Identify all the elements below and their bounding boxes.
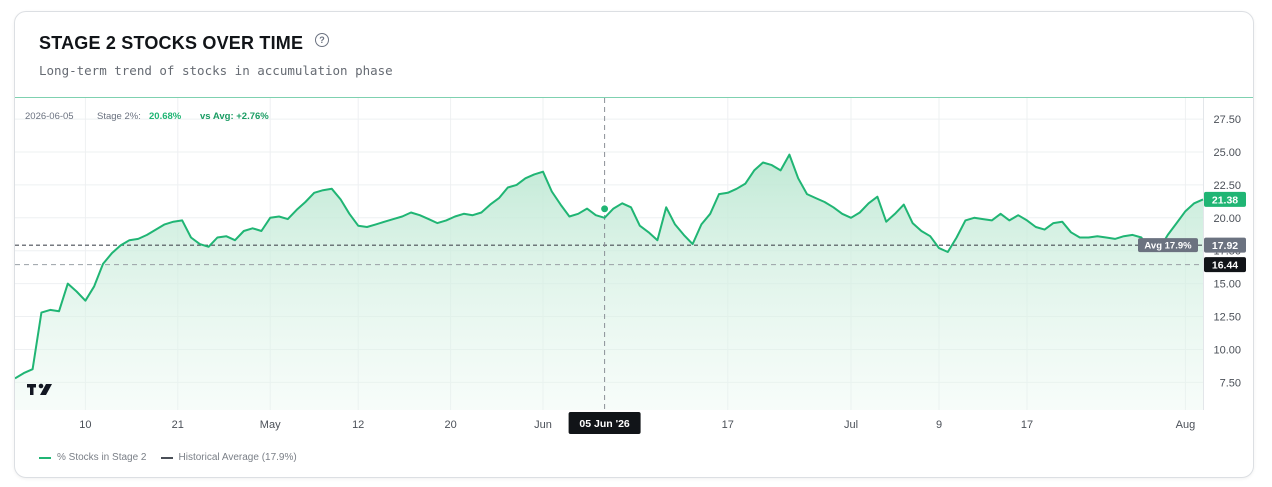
info-avg-diff: vs Avg: +2.76%: [200, 111, 269, 122]
legend-average-swatch: [160, 456, 173, 459]
avg-tag: Avg 17.9%: [1138, 238, 1198, 253]
legend-series-label: % Stocks in Stage 2: [57, 452, 147, 463]
legend-item-series[interactable]: % Stocks in Stage 2: [39, 452, 147, 463]
chart-subtitle: Long-term trend of stocks in accumulatio…: [39, 63, 393, 78]
info-stage-value: 20.68%: [149, 111, 182, 122]
chart-legend: % Stocks in Stage 2 Historical Average (…: [39, 452, 297, 463]
y-tick-label: 7.50: [1220, 377, 1241, 389]
chart-title: STAGE 2 STOCKS OVER TIME: [39, 33, 304, 53]
x-tick-label: Jul: [844, 419, 858, 431]
info-date: 2026-06-05: [25, 111, 74, 122]
x-tick-label: Jun: [534, 419, 552, 431]
avg-value-label: 17.92: [1212, 240, 1238, 252]
chart-canvas[interactable]: 7.5010.0012.5015.0017.5020.0022.5025.002…: [15, 98, 1253, 441]
x-tick-label: 21: [172, 419, 184, 431]
legend-average-label: Historical Average (17.9%): [178, 452, 297, 463]
series-area-fill: [15, 154, 1203, 410]
x-tick-label: 9: [936, 419, 942, 431]
x-tick-label: 20: [444, 419, 456, 431]
last-value-label: 21.38: [1212, 194, 1238, 206]
crosshair-date-label: 05 Jun '26: [579, 418, 630, 430]
y-tick-label: 27.50: [1213, 114, 1241, 126]
question-circle-icon[interactable]: ?: [315, 33, 329, 47]
crosshair-value-tag: 16.44: [1204, 257, 1246, 273]
avg-tag-label: Avg 17.9%: [1144, 241, 1192, 252]
crosshair-value-label: 16.44: [1212, 260, 1238, 272]
chart-card: STAGE 2 STOCKS OVER TIME ? Long-term tre…: [14, 11, 1254, 478]
legend-series-swatch: [39, 456, 51, 459]
info-stage-label: Stage 2%:: [97, 111, 141, 122]
y-tick-label: 12.50: [1213, 312, 1241, 324]
y-tick-label: 10.00: [1213, 344, 1241, 356]
crosshair-date-tag: 05 Jun '26: [568, 412, 641, 434]
y-tick-label: 15.00: [1213, 279, 1241, 291]
y-tick-label: 25.00: [1213, 147, 1241, 159]
x-tick-label: Aug: [1176, 419, 1196, 431]
y-tick-label: 22.50: [1213, 180, 1241, 192]
x-tick-label: 17: [722, 419, 734, 431]
x-tick-label: 12: [352, 419, 364, 431]
x-tick-label: 17: [1021, 419, 1033, 431]
legend-item-average[interactable]: Historical Average (17.9%): [160, 452, 297, 463]
x-tick-label: 10: [79, 419, 91, 431]
crosshair-marker: [599, 203, 610, 214]
avg-value-tag: 17.92: [1204, 237, 1246, 253]
y-tick-label: 20.00: [1213, 213, 1241, 225]
x-tick-label: May: [260, 419, 281, 431]
last-value-tag: 21.38: [1204, 191, 1246, 207]
